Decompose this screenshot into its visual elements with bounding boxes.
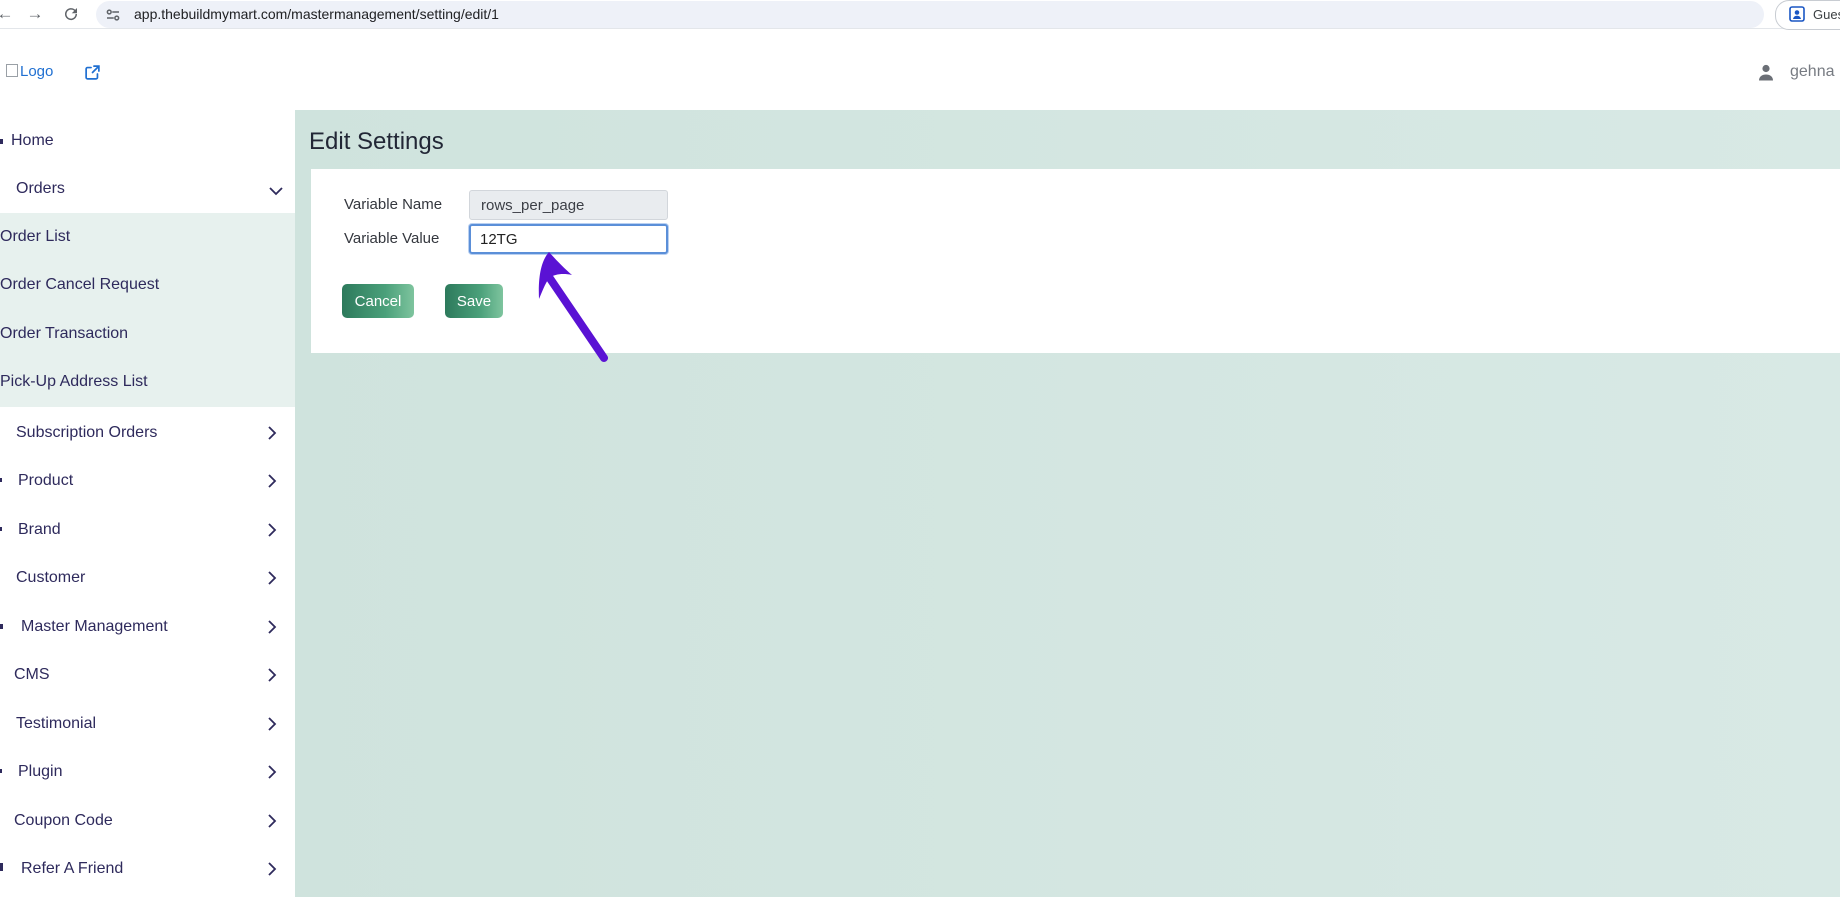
chevron-right-icon bbox=[268, 862, 277, 876]
chevron-right-icon bbox=[268, 668, 277, 682]
sidebar-item-label: Home bbox=[11, 132, 54, 149]
chevron-right-icon bbox=[268, 620, 277, 634]
chevron-right-icon bbox=[268, 426, 277, 440]
user-name[interactable]: gehna bbox=[1790, 63, 1835, 81]
sidebar: Home Orders Order List Order Cancel Requ… bbox=[0, 110, 295, 897]
master-management-icon bbox=[0, 624, 3, 629]
external-link-icon[interactable] bbox=[84, 64, 101, 81]
chevron-right-icon bbox=[268, 814, 277, 828]
sidebar-item-label: Testimonial bbox=[16, 715, 97, 732]
variable-name-input[interactable] bbox=[469, 190, 668, 220]
sidebar-item-label: Refer A Friend bbox=[21, 860, 124, 877]
main-content: Edit Settings Variable Name Variable Val… bbox=[295, 110, 1840, 897]
reload-icon[interactable] bbox=[60, 3, 82, 25]
chevron-right-icon bbox=[268, 523, 277, 537]
sidebar-item-label: Customer bbox=[16, 569, 86, 586]
sidebar-item-brand[interactable]: Brand bbox=[0, 506, 295, 554]
variable-name-label: Variable Name bbox=[344, 196, 443, 213]
annotation-arrow bbox=[538, 252, 608, 362]
chevron-right-icon bbox=[268, 765, 277, 779]
plugin-icon bbox=[0, 769, 2, 773]
sidebar-item-label: Product bbox=[18, 472, 74, 489]
logo-alt-text: Logo bbox=[20, 63, 54, 80]
sidebar-item-cms[interactable]: CMS bbox=[0, 651, 295, 699]
sidebar-item-label: Order List bbox=[0, 228, 71, 245]
sidebar-subitem-order-list[interactable]: Order List bbox=[0, 213, 295, 261]
sidebar-item-label: Order Transaction bbox=[0, 325, 129, 342]
sidebar-subitem-order-transaction[interactable]: Order Transaction bbox=[0, 310, 295, 358]
sidebar-item-label: Subscription Orders bbox=[16, 424, 158, 441]
sidebar-item-label: Coupon Code bbox=[14, 812, 113, 829]
profile-label: Guest bbox=[1813, 7, 1840, 22]
orders-submenu: Order List Order Cancel Request Order Tr… bbox=[0, 213, 295, 407]
save-button[interactable]: Save bbox=[445, 284, 503, 318]
sidebar-item-label: Order Cancel Request bbox=[0, 276, 160, 293]
sidebar-item-refer-a-friend[interactable]: Refer A Friend bbox=[0, 845, 295, 893]
user-icon[interactable] bbox=[1758, 64, 1774, 81]
profile-button[interactable]: Guest bbox=[1775, 0, 1840, 30]
forward-icon[interactable]: → bbox=[24, 3, 46, 25]
address-bar[interactable]: app.thebuildmymart.com/mastermanagement/… bbox=[96, 1, 1764, 28]
sidebar-item-home[interactable]: Home bbox=[0, 117, 295, 165]
sidebar-subitem-order-cancel-request[interactable]: Order Cancel Request bbox=[0, 261, 295, 309]
brand-icon bbox=[0, 527, 2, 531]
sidebar-item-product[interactable]: Product bbox=[0, 457, 295, 505]
chevron-right-icon bbox=[268, 717, 277, 731]
sidebar-item-label: Plugin bbox=[18, 763, 63, 780]
app-header: Logo gehna bbox=[0, 36, 1840, 110]
sidebar-item-label: Master Management bbox=[21, 618, 168, 635]
logo[interactable]: Logo bbox=[6, 63, 53, 80]
browser-toolbar: ← → app.thebuildmymart.com/mastermanagem… bbox=[0, 0, 1840, 30]
chevron-right-icon bbox=[268, 571, 277, 585]
sidebar-item-label: Orders bbox=[16, 180, 65, 197]
sidebar-subitem-pickup-address-list[interactable]: Pick-Up Address List bbox=[0, 358, 295, 406]
sidebar-item-label: Brand bbox=[18, 521, 61, 538]
sidebar-item-coupon-code[interactable]: Coupon Code bbox=[0, 797, 295, 845]
sidebar-item-label: Pick-Up Address List bbox=[0, 373, 148, 390]
profile-icon bbox=[1789, 6, 1805, 22]
refer-a-friend-icon bbox=[0, 863, 3, 871]
sidebar-item-orders[interactable]: Orders bbox=[0, 165, 295, 213]
chevron-down-icon bbox=[269, 187, 283, 196]
cancel-button[interactable]: Cancel bbox=[342, 284, 414, 318]
site-info-icon[interactable] bbox=[104, 6, 122, 24]
sidebar-item-plugin[interactable]: Plugin bbox=[0, 748, 295, 796]
sidebar-item-customer[interactable]: Customer bbox=[0, 554, 295, 602]
back-icon[interactable]: ← bbox=[0, 3, 16, 25]
sidebar-item-subscription-orders[interactable]: Subscription Orders bbox=[0, 409, 295, 457]
chevron-right-icon bbox=[268, 474, 277, 488]
url-text: app.thebuildmymart.com/mastermanagement/… bbox=[134, 6, 499, 22]
product-icon bbox=[0, 478, 2, 482]
page-title: Edit Settings bbox=[309, 128, 444, 155]
variable-value-label: Variable Value bbox=[344, 230, 440, 247]
sidebar-item-master-management[interactable]: Master Management bbox=[0, 603, 295, 651]
sidebar-item-label: CMS bbox=[14, 666, 50, 683]
broken-image-icon bbox=[6, 64, 18, 77]
sidebar-item-testimonial[interactable]: Testimonial bbox=[0, 700, 295, 748]
home-icon bbox=[0, 139, 3, 144]
